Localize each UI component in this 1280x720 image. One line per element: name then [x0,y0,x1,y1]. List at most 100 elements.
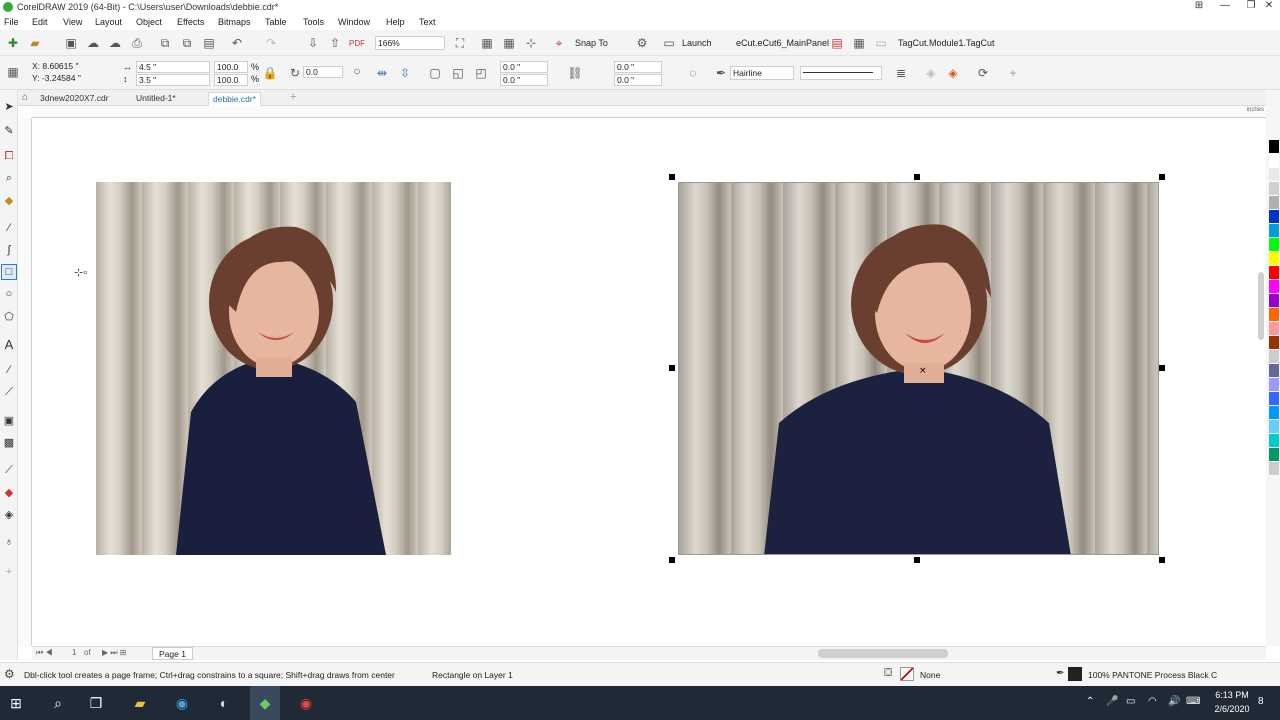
connector-tool-icon[interactable]: ⟋ [1,384,17,400]
undo-icon[interactable]: ↶ [228,34,246,52]
selection-handle-left[interactable] [669,365,675,371]
snap-to-icon[interactable]: ⌖ [550,34,568,52]
tab-3dnew2020x7[interactable]: 3dnew2020X7.cdr [36,92,113,106]
width-field[interactable]: 4.5 " [136,61,210,73]
outline-pen-icon[interactable]: ✒ [712,64,730,82]
menu-object[interactable]: Object [136,17,162,27]
import-icon[interactable]: ⇩ [304,34,322,52]
menu-tools[interactable]: Tools [303,17,324,27]
tab-debbie[interactable]: debbie.cdr* [208,92,262,106]
active-app-icon[interactable]: ◆ [250,686,280,720]
menu-table[interactable]: Table [265,17,287,27]
corner-radius-top-left[interactable]: 0.0 " [500,61,548,73]
tray-chevron-icon[interactable]: ⌃ [1086,696,1094,707]
color-swatch[interactable] [1269,308,1279,322]
pick-tool-icon[interactable]: ➤ [1,98,17,114]
horizontal-scroll-thumb[interactable] [818,649,948,658]
corner-radius-bottom-right[interactable]: 0.0 " [614,74,662,86]
line-style-select[interactable] [800,66,882,80]
menu-text[interactable]: Text [419,17,436,27]
close-button[interactable]: ✕ [1256,0,1280,14]
artistic-media-icon[interactable]: ʃ [1,242,17,258]
color-swatch[interactable] [1269,266,1279,280]
scale-width-field[interactable]: 100.0 [214,61,248,73]
selection-handle-bottom[interactable] [914,557,920,563]
horizontal-ruler[interactable]: inches [32,106,1266,118]
object-origin-icon[interactable]: ▦ [4,63,22,81]
rotation-field[interactable]: 0.0 [303,66,343,78]
clock-time[interactable]: 6:13 PM [1210,690,1254,700]
color-swatch[interactable] [1269,336,1279,350]
search-icon[interactable]: ⌕ [46,691,70,715]
snap-to-label[interactable]: Snap To [575,38,608,48]
menu-bitmaps[interactable]: Bitmaps [218,17,251,27]
polygon-tool-icon[interactable]: ⬠ [1,308,17,324]
shape-tool-icon[interactable]: ✎ [1,122,17,138]
home-icon[interactable]: ⌂ [22,92,28,103]
show-guidelines-icon[interactable]: ⊹ [522,34,540,52]
settings-gear-icon[interactable]: ⚙ [4,667,15,681]
freehand-tool-icon[interactable]: ∕ [1,220,17,236]
mirror-horizontal-icon[interactable]: ⇹ [373,64,391,82]
keyboard-icon[interactable]: ⌨ [1186,696,1200,707]
page-nav-first-icon[interactable]: ⏮ ◀ [36,648,53,658]
new-document-icon[interactable]: ✚ [4,34,22,52]
cut-icon[interactable]: ⧉ [156,34,174,52]
open-icon[interactable]: ▰ [26,34,44,52]
outline-tool-icon[interactable]: ♁ [1,534,17,550]
selection-handle-top[interactable] [914,174,920,180]
color-swatch[interactable] [1269,434,1279,448]
mirror-vertical-icon[interactable]: ⇳ [396,64,414,82]
selection-handle-top-right[interactable] [1159,174,1165,180]
rectangle-tool-icon[interactable]: □ [1,264,17,280]
wrap-text-icon[interactable]: ≣ [892,64,910,82]
menu-file[interactable]: File [4,17,19,27]
pdf-icon[interactable]: PDF [348,34,366,52]
eyedropper-icon[interactable]: ⟋ [1,462,17,478]
notifications-icon[interactable]: 8 [1258,696,1264,707]
height-field[interactable]: 3.5 " [136,74,210,86]
cloud-upload-icon[interactable]: ☁ [84,34,102,52]
save-icon[interactable]: ▣ [62,34,80,52]
clock-date[interactable]: 2/6/2020 [1210,704,1254,714]
color-swatch[interactable] [1269,364,1279,378]
ecut-panel-button[interactable]: eCut.eCut6_MainPanel [736,38,829,48]
color-swatch[interactable] [1269,238,1279,252]
show-grid-icon[interactable]: ▦ [500,34,518,52]
menu-view[interactable]: View [63,17,82,27]
to-front-icon[interactable]: ◈ [922,64,940,82]
vertical-ruler[interactable] [18,118,32,646]
interactive-fill-icon[interactable]: ◆ [1,484,17,500]
color-swatch[interactable] [1269,182,1279,196]
corner-lock-icon[interactable]: ⛓ [566,64,584,82]
volume-icon[interactable]: 🔊 [1168,696,1180,707]
launch-icon[interactable]: ▭ [660,34,678,52]
new-tab-icon[interactable]: + [290,91,296,103]
zoom-level-field[interactable]: 166% [375,36,445,50]
fill-bucket-icon[interactable]: ⛋ [884,667,892,680]
minimize-button[interactable]: — [1212,0,1238,14]
paste-icon[interactable]: ▤ [200,34,218,52]
to-back-icon[interactable]: ◈ [944,64,962,82]
scale-height-field[interactable]: 100.0 [214,74,248,86]
relative-scaling-icon[interactable]: ◌ [684,64,702,82]
menu-help[interactable]: Help [386,17,405,27]
scalloped-corner-icon[interactable]: ◱ [449,64,467,82]
selection-handle-top-left[interactable] [669,174,675,180]
options-gear-icon[interactable]: ⚙ [633,34,651,52]
help-icon[interactable]: ⊞ [1186,0,1212,14]
app-icon[interactable]: ◐ [212,691,236,715]
color-swatch[interactable] [1269,392,1279,406]
ellipse-tool-icon[interactable]: ○ [1,286,17,302]
color-swatch[interactable] [1269,196,1279,210]
corner-radius-top-right[interactable]: 0.0 " [614,61,662,73]
color-palette[interactable] [1266,140,1280,660]
menu-effects[interactable]: Effects [177,17,204,27]
color-swatch[interactable] [1269,140,1279,154]
add-icon[interactable]: + [1004,64,1022,82]
windows-start-icon[interactable]: ⊞ [4,691,28,715]
outline-color-swatch[interactable] [1068,667,1082,681]
color-swatch[interactable] [1269,420,1279,434]
color-swatch[interactable] [1269,378,1279,392]
copy-icon[interactable]: ⧉ [178,34,196,52]
